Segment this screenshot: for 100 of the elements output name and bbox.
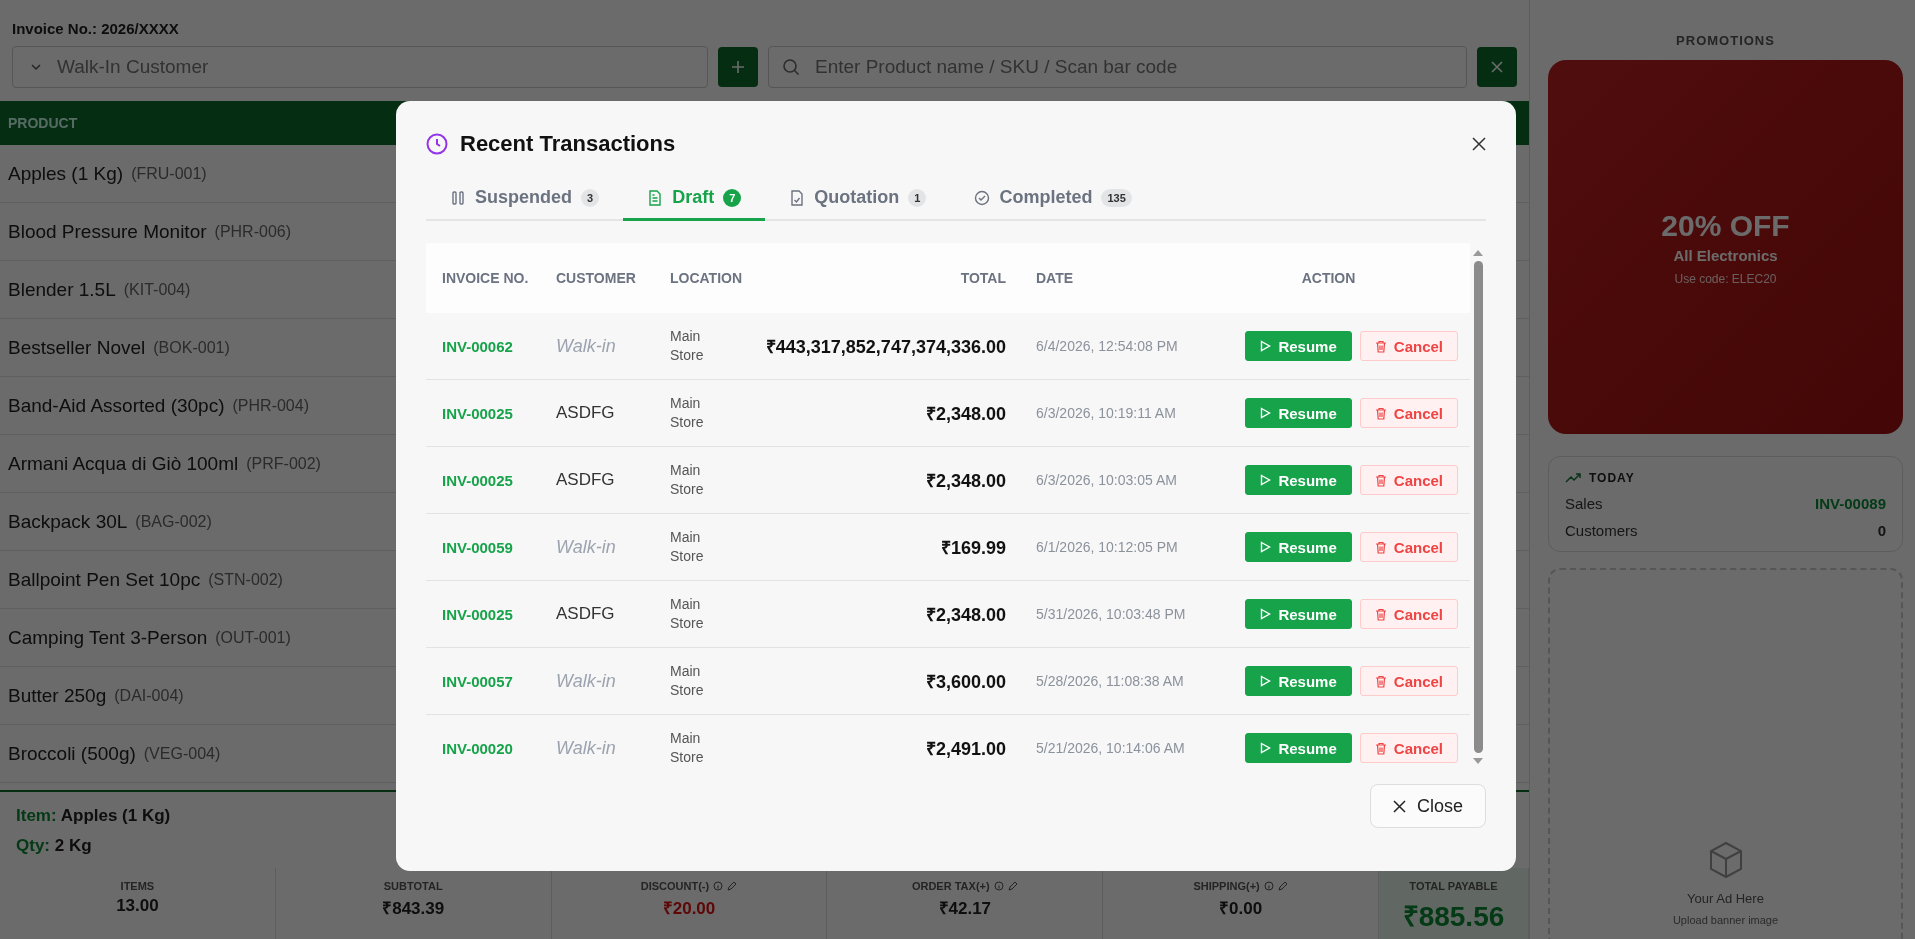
product-sku: (BOK-001) [153,338,230,357]
tab[interactable]: Suspended 3 [426,177,624,221]
cancel-button[interactable]: Cancel [1359,465,1458,495]
promo-card[interactable]: 20% OFF All Electronics Use code: ELEC20 [1548,60,1903,434]
play-icon [1260,340,1272,352]
invoice-link[interactable]: INV-00025 [426,404,540,422]
table-cell-text: 5/31/2026, 10:03:48 PM [1035,604,1187,624]
table-cell-text: ASDFG [555,470,616,490]
invoice-link[interactable]: INV-00025 [426,605,540,623]
table-cell-text: Walk-in [555,335,617,357]
product-name[interactable]: Band-Aid Assorted (30pc) [8,394,225,417]
invoice-link[interactable]: INV-00025 [426,471,540,489]
close-button[interactable] [1472,137,1486,151]
summary-label: SUBTOTAL [383,880,443,892]
add-customer-button[interactable] [718,47,758,87]
tab[interactable]: Quotation 1 [765,177,951,221]
pencil-icon[interactable] [1277,881,1288,891]
resume-button[interactable]: Resume [1245,599,1352,629]
trend-up-icon [1565,473,1581,483]
close-icon [1472,137,1486,151]
table-cell-text: Walk-in [555,670,617,692]
play-icon [1260,675,1272,687]
count-badge: 7 [723,188,742,207]
trash-icon [1374,473,1387,487]
resume-button[interactable]: Resume [1245,331,1352,361]
scroll-up-icon[interactable] [1472,249,1484,257]
resume-button[interactable]: Resume [1245,532,1352,562]
pencil-icon[interactable] [727,881,738,891]
column-header: PRODUCT [8,115,78,131]
product-name[interactable]: Blood Pressure Monitor [8,220,207,243]
cancel-button[interactable]: Cancel [1359,398,1458,428]
trash-icon [1374,540,1387,554]
tab[interactable]: Draft 7 [623,177,766,221]
invoice-link[interactable]: INV-00059 [426,538,540,556]
promo-headline: 20% OFF [1661,208,1790,243]
document-icon [647,189,664,206]
summary-label: DISCOUNT(-) [640,880,710,892]
trash-icon [1374,406,1387,420]
product-sku: (FRU-001) [131,164,207,183]
product-name[interactable]: Bestseller Novel [8,336,146,359]
customer-select[interactable]: Walk-In Customer [12,46,708,88]
product-name[interactable]: Broccoli (500g) [8,742,136,765]
dialog-title: Recent Transactions [460,131,676,157]
count-badge: 3 [581,188,600,207]
close-button[interactable]: Close [1369,784,1486,828]
item-value: Apples (1 Kg) [60,806,171,825]
pencil-icon[interactable] [1007,881,1018,891]
column-header: DATE [1035,270,1075,286]
product-sku: (BAG-002) [135,512,212,531]
summary-value: ₹843.39 [381,898,446,919]
product-search-field[interactable]: Enter Product name / SKU / Scan bar code [768,46,1467,88]
product-name[interactable]: Backpack 30L [8,510,128,533]
count-badge: 135 [1101,188,1132,207]
cancel-button[interactable]: Cancel [1359,666,1458,696]
table-cell-text: ₹2,348.00 [924,470,1007,492]
table-cell-text: Main Store [670,327,705,365]
file-check-icon [789,189,806,206]
table-cell-text: Main Store [670,394,705,432]
resume-button[interactable]: Resume [1245,465,1352,495]
ad-placeholder[interactable]: Your Ad Here Upload banner image [1548,568,1903,939]
column-header: LOCATION [669,270,744,286]
product-sku: (OUT-001) [215,628,291,647]
invoice-link[interactable]: INV-00057 [426,672,540,690]
resume-button[interactable]: Resume [1245,398,1352,428]
stat-value: 0 [1877,522,1886,539]
product-name[interactable]: Camping Tent 3-Person [8,626,208,649]
play-icon [1260,474,1272,486]
table-cell-text: ASDFG [555,403,616,423]
product-name[interactable]: Ballpoint Pen Set 10pc [8,568,201,591]
resume-button[interactable]: Resume [1245,733,1352,763]
promo-code: Use code: ELEC20 [1674,271,1777,286]
trash-icon [1374,741,1387,755]
invoice-link[interactable]: INV-00062 [426,337,540,355]
cancel-button[interactable]: Cancel [1359,331,1458,361]
invoice-link[interactable]: INV-00020 [426,739,540,757]
card-title: TODAY [1589,471,1635,485]
table-cell-text: Main Store [670,595,705,633]
cancel-button[interactable]: Cancel [1359,532,1458,562]
cancel-button[interactable]: Cancel [1359,733,1458,763]
invoice-number: 2026/XXXX [101,20,179,37]
info-icon [993,881,1004,891]
product-name[interactable]: Blender 1.5L [8,278,116,301]
table-cell-text: 6/1/2026, 10:12:05 PM [1035,537,1179,557]
product-sku: (STN-002) [208,570,283,589]
count-badge: 1 [908,188,927,207]
trash-icon [1374,674,1387,688]
play-icon [1260,608,1272,620]
table-cell-text: Main Store [670,662,705,700]
close-icon [1490,60,1504,74]
tab[interactable]: Completed 135 [950,177,1156,221]
qty-value: 2 Kg [54,836,92,855]
clear-search-button[interactable] [1477,47,1517,87]
summary-label: ORDER TAX(+) [911,880,990,892]
product-name[interactable]: Armani Acqua di Giò 100ml [8,452,239,475]
product-name[interactable]: Apples (1 Kg) [8,162,124,185]
resume-button[interactable]: Resume [1245,666,1352,696]
table-cell-text: Main Store [670,528,705,566]
scroll-down-icon[interactable] [1472,757,1484,765]
cancel-button[interactable]: Cancel [1359,599,1458,629]
product-name[interactable]: Butter 250g [8,684,107,707]
